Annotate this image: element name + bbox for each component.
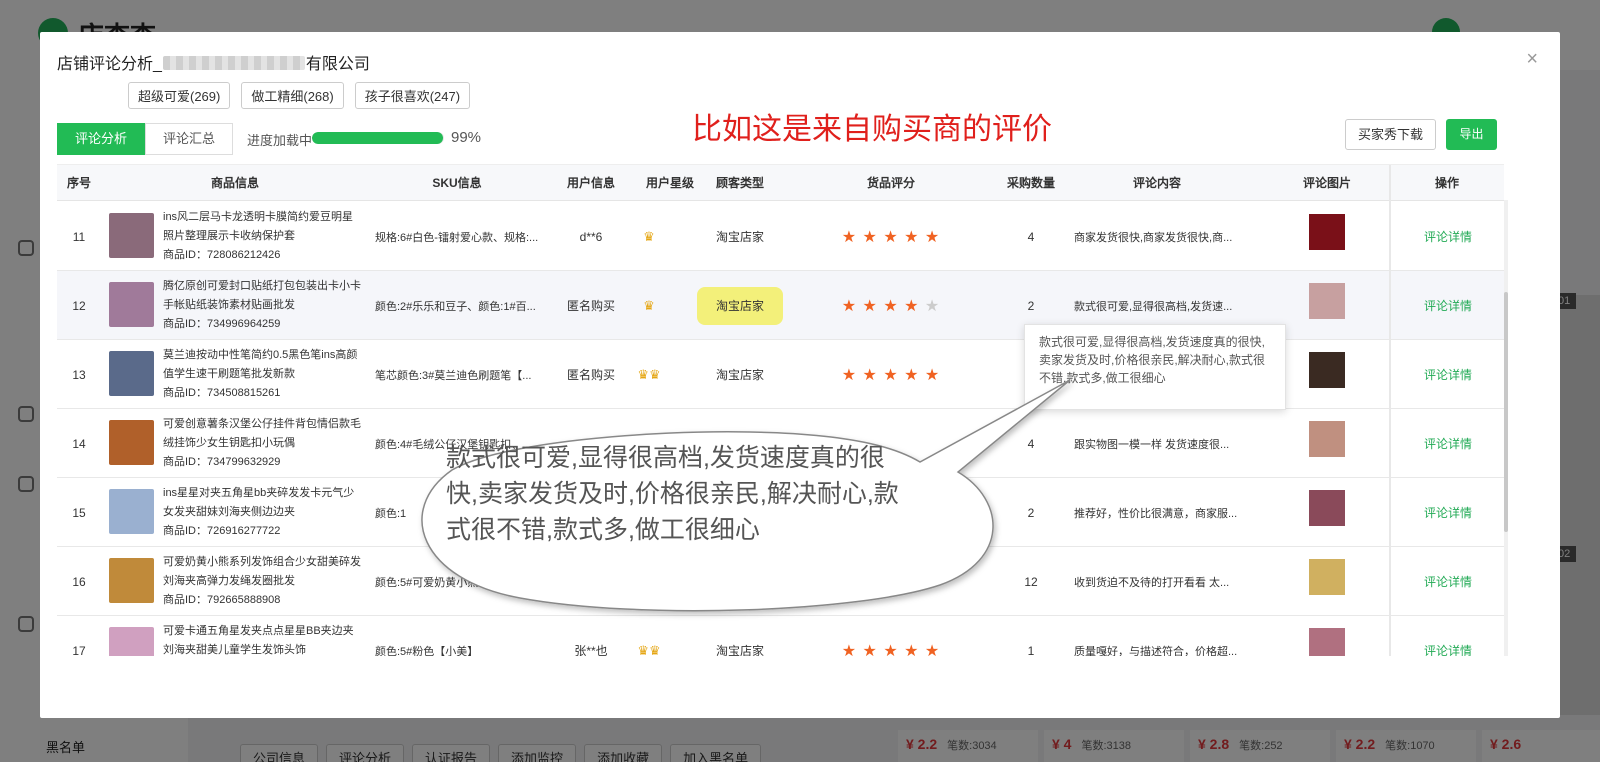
speech-bubble-text: 款式很可爱,显得很高档,发货速度真的很快,卖家发货及时,价格很亲民,解决耐心,款… xyxy=(446,444,899,544)
speech-bubble xyxy=(421,379,1071,612)
